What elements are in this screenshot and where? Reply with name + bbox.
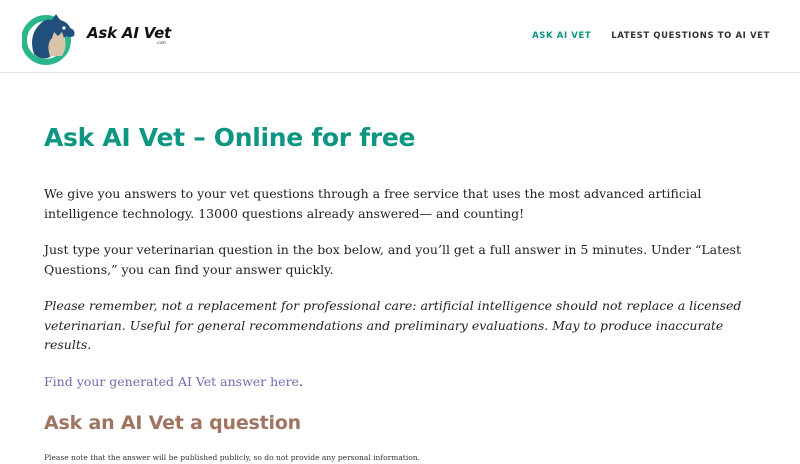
nav-ask-ai-vet[interactable]: ASK AI VET bbox=[532, 31, 591, 41]
main-nav: ASK AI VET LATEST QUESTIONS TO AI VET bbox=[532, 31, 770, 41]
link-period: . bbox=[298, 373, 303, 389]
dog-and-cat-logo-icon[interactable] bbox=[21, 6, 80, 66]
nav-latest-questions[interactable]: LATEST QUESTIONS TO AI VET bbox=[611, 31, 770, 41]
site-domain-suffix: .com bbox=[156, 40, 166, 45]
answer-link-paragraph: Find your generated AI Vet answer here. bbox=[44, 372, 764, 392]
site-header: Ask AI Vet .com ASK AI VET LATEST QUESTI… bbox=[0, 0, 800, 73]
privacy-notice: Please note that the answer will be publ… bbox=[44, 453, 420, 462]
page-title: Ask AI Vet – Online for free bbox=[44, 123, 416, 152]
instructions-paragraph: Just type your veterinarian question in … bbox=[44, 242, 741, 277]
main-content: Ask AI Vet – Online for free We give you… bbox=[44, 118, 764, 464]
section-title: Ask an AI Vet a question bbox=[44, 412, 301, 434]
intro-paragraph: We give you answers to your vet question… bbox=[44, 186, 702, 221]
find-answer-link[interactable]: Find your generated AI Vet answer here bbox=[44, 374, 299, 389]
disclaimer-paragraph: Please remember, not a replacement for p… bbox=[44, 298, 742, 352]
